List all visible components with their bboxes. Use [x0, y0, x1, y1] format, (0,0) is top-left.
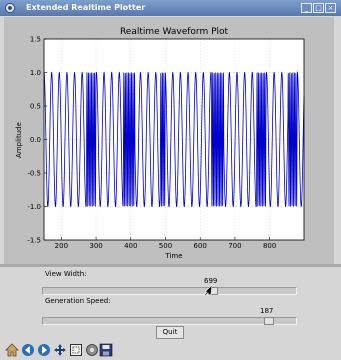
y-tick-label: 1.5: [30, 36, 41, 44]
x-tick-label: 500: [159, 242, 172, 250]
y-tick-label: 0.0: [30, 136, 41, 144]
y-axis-label: Amplitude: [15, 122, 23, 158]
configure-icon[interactable]: [85, 343, 99, 357]
waveform-chart: 200 300 400 500 600 700 800 1.5 1.0 0.5 0.0 -0.5 -1.…: [15, 27, 305, 260]
x-tick-label: 700: [228, 242, 241, 250]
cursor-arrow-icon: [203, 284, 213, 296]
generation-speed-slider[interactable]: 187: [42, 307, 297, 325]
pan-icon[interactable]: [53, 343, 67, 357]
app-window: Extended Realtime Plotter _ □ × 200 300 40…: [0, 0, 341, 360]
view-width-slider[interactable]: 699: [42, 277, 297, 295]
x-tick-label: 600: [194, 242, 207, 250]
x-tick-label: 400: [124, 242, 137, 250]
x-tick-label: 300: [89, 242, 102, 250]
generation-speed-slider-handle[interactable]: [264, 317, 274, 325]
forward-icon[interactable]: [37, 343, 51, 357]
y-tick-label: -0.5: [27, 170, 41, 178]
quit-button[interactable]: Quit: [156, 326, 184, 339]
x-tick-label: 200: [55, 242, 68, 250]
y-tick-label: 1.0: [30, 69, 41, 77]
view-width-label: View Width:: [45, 270, 87, 278]
y-tick-label: 0.5: [30, 103, 41, 111]
y-tick-label: -1.5: [27, 237, 41, 245]
save-icon[interactable]: [99, 343, 113, 357]
plot-toolbar: [0, 341, 341, 360]
y-tick-label: -1.0: [27, 203, 41, 211]
panel-separator[interactable]: [0, 264, 341, 267]
back-icon[interactable]: [21, 343, 35, 357]
generation-speed-label: Generation Speed:: [45, 297, 111, 305]
generation-speed-value: 187: [260, 307, 274, 315]
x-tick-label: 800: [263, 242, 276, 250]
home-icon[interactable]: [5, 343, 19, 357]
x-axis-label: Time: [164, 252, 182, 260]
chart-title: Realtime Waveform Plot: [120, 27, 229, 37]
zoom-icon[interactable]: [69, 343, 83, 357]
